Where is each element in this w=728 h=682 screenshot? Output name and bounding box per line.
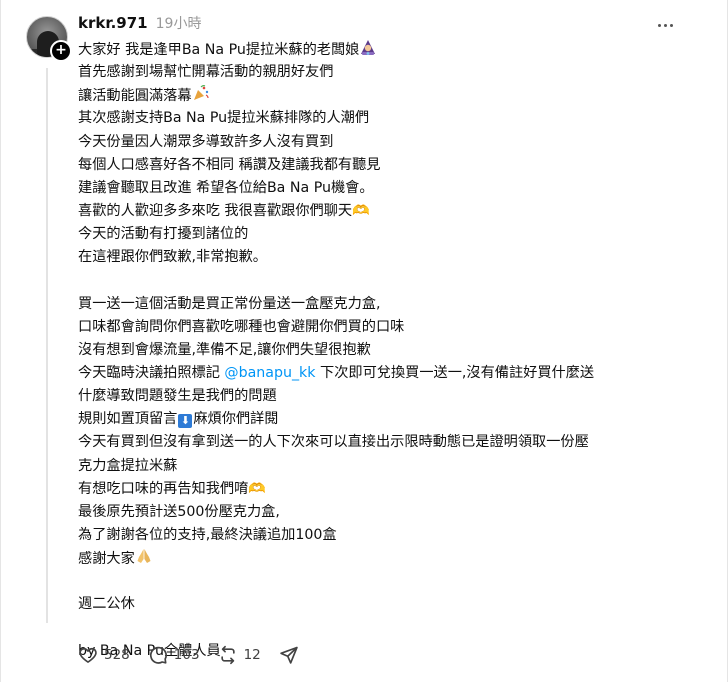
post-line-text: 什麼導致問題發生是我們的問題 (78, 388, 277, 405)
post-line-text: 讓活動能圓滿落幕 (78, 88, 192, 105)
repost-count: 12 (243, 647, 261, 663)
more-options-icon[interactable] (653, 15, 677, 35)
send-icon (280, 646, 298, 664)
comment-icon (149, 646, 167, 664)
post-line: 首先感謝到場幫忙開幕活動的親朋好友們 (78, 61, 698, 84)
post-line-text: 為了謝謝各位的支持,最終決議追加100盒 (78, 526, 337, 543)
heart-icon (79, 647, 97, 663)
post-line-text: 今天的活動有打擾到諸位的 (78, 226, 249, 243)
mention-link[interactable]: @banapu_kk (224, 365, 315, 381)
post-line: 口味都會詢問你們喜歡吃哪種也會避開你們買的口味 (78, 316, 698, 339)
post-line: 建議會聽取且改進 希望各位給Ba Na Pu機會。 (78, 177, 698, 200)
post-line-text: 喜歡的人歡迎多多來吃 我很喜歡跟你們聊天🫶 (78, 202, 370, 219)
post-line: 克力盒提拉米蘇 (78, 455, 698, 478)
post-line: 感謝大家 (78, 547, 698, 570)
fortune-teller-emoji (361, 40, 376, 55)
frame-border-left (0, 0, 1, 682)
post-line-text: 感謝大家 (78, 551, 135, 568)
post-line: 買一送一這個活動是買正常份量送一盒壓克力盒, (78, 293, 698, 316)
post-line: 喜歡的人歡迎多多來吃 我很喜歡跟你們聊天🫶 (78, 200, 698, 223)
action-bar: 528 103 12 (78, 644, 317, 666)
post-line-text: 週二公休 (78, 596, 135, 613)
post-line: 什麼導致問題發生是我們的問題 (78, 385, 698, 408)
post-header: krkr.971 19小時 (78, 13, 201, 35)
post-line-text: 規則如置頂留言 (78, 411, 178, 428)
post-line: 今天的活動有打擾到諸位的 (78, 223, 698, 246)
username[interactable]: krkr.971 (78, 14, 148, 32)
post-line-text: 其次感謝支持Ba Na Pu提拉米蘇排隊的人潮們 (78, 110, 370, 127)
post-line: 沒有想到會爆流量,準備不足,讓你們失望很抱歉 (78, 339, 698, 362)
folded-hands-emoji (137, 549, 151, 564)
post-line (78, 269, 698, 292)
post-line (78, 570, 698, 593)
post-line-text: 今天臨時決議拍照標記 (78, 364, 225, 381)
avatar[interactable]: + (26, 16, 72, 62)
post-line: 讓活動能圓滿落幕 (78, 84, 698, 107)
repost-icon (220, 645, 235, 665)
post-line: 今天有買到但沒有拿到送一的人下次來可以直接出示限時動態已是證明領取一份壓 (78, 431, 698, 454)
post-line: 週二公休 (78, 593, 698, 616)
comment-button[interactable]: 103 (148, 645, 200, 665)
thread-line (46, 68, 48, 623)
post-line-text: 沒有想到會爆流量,準備不足,讓你們失望很抱歉 (78, 341, 371, 358)
post-line-text: 今天份量因人潮眾多導致許多人沒有買到 (78, 133, 334, 150)
like-count: 528 (104, 647, 130, 663)
post-line: 最後原先預計送500份壓克力盒, (78, 501, 698, 524)
post-line-text: 有想吃口味的再告知我們唷🫶 (78, 480, 266, 497)
post-line-text-after: 下次即可兌換買一送一,沒有備註好買什麼送 (315, 364, 595, 381)
down-arrow-icon: ⬇ (178, 414, 193, 429)
post-body: 大家好 我是逢甲Ba Na Pu提拉米蘇的老闆娘 首先感謝到場幫忙開幕活動的親朋好… (78, 38, 698, 663)
post-line-text: 首先感謝到場幫忙開幕活動的親朋好友們 (78, 64, 334, 81)
post-line-text: 每個人口感喜好各不相同 稱讚及建議我都有聽見 (78, 156, 381, 173)
post-line: 為了謝謝各位的支持,最終決議追加100盒 (78, 524, 698, 547)
repost-button[interactable]: 12 (218, 645, 261, 665)
post-line-text: 口味都會詢問你們喜歡吃哪種也會避開你們買的口味 (78, 318, 405, 335)
post-line-text: 大家好 我是逢甲Ba Na Pu提拉米蘇的老闆娘 (78, 42, 360, 58)
post-line-text: 克力盒提拉米蘇 (78, 457, 178, 474)
post-line-text: 最後原先預計送500份壓克力盒, (78, 503, 280, 520)
post-line-text-after: 麻煩你們詳閱 (193, 411, 279, 428)
post-line: 其次感謝支持Ba Na Pu提拉米蘇排隊的人潮們 (78, 107, 698, 130)
post-line-text: 買一送一這個活動是買正常份量送一盒壓克力盒, (78, 295, 381, 312)
post-line: 規則如置頂留言 ⬇ 麻煩你們詳閱 (78, 408, 698, 431)
follow-plus-icon[interactable]: + (50, 40, 72, 62)
like-button[interactable]: 528 (78, 645, 130, 665)
post-line (78, 617, 698, 640)
comment-count: 103 (173, 647, 200, 663)
post-line: 大家好 我是逢甲Ba Na Pu提拉米蘇的老闆娘 (78, 38, 698, 61)
post-line: 在這裡跟你們致歉,非常抱歉。 (78, 246, 698, 269)
post-line-text: 在這裡跟你們致歉,非常抱歉。 (78, 249, 267, 266)
post-line: 有想吃口味的再告知我們唷🫶 (78, 478, 698, 501)
post-line: 今天份量因人潮眾多導致許多人沒有買到 (78, 131, 698, 154)
post-line: 今天臨時決議拍照標記 @banapu_kk 下次即可兌換買一送一,沒有備註好買什… (78, 362, 698, 385)
party-popper-emoji (193, 85, 209, 101)
post-line-text: 今天有買到但沒有拿到送一的人下次來可以直接出示限時動態已是證明領取一份壓 (78, 434, 589, 451)
share-button[interactable] (279, 645, 299, 665)
post-line-text: 建議會聽取且改進 希望各位給Ba Na Pu機會。 (78, 179, 374, 196)
post-line: 每個人口感喜好各不相同 稱讚及建議我都有聽見 (78, 154, 698, 177)
post-time[interactable]: 19小時 (156, 13, 202, 33)
